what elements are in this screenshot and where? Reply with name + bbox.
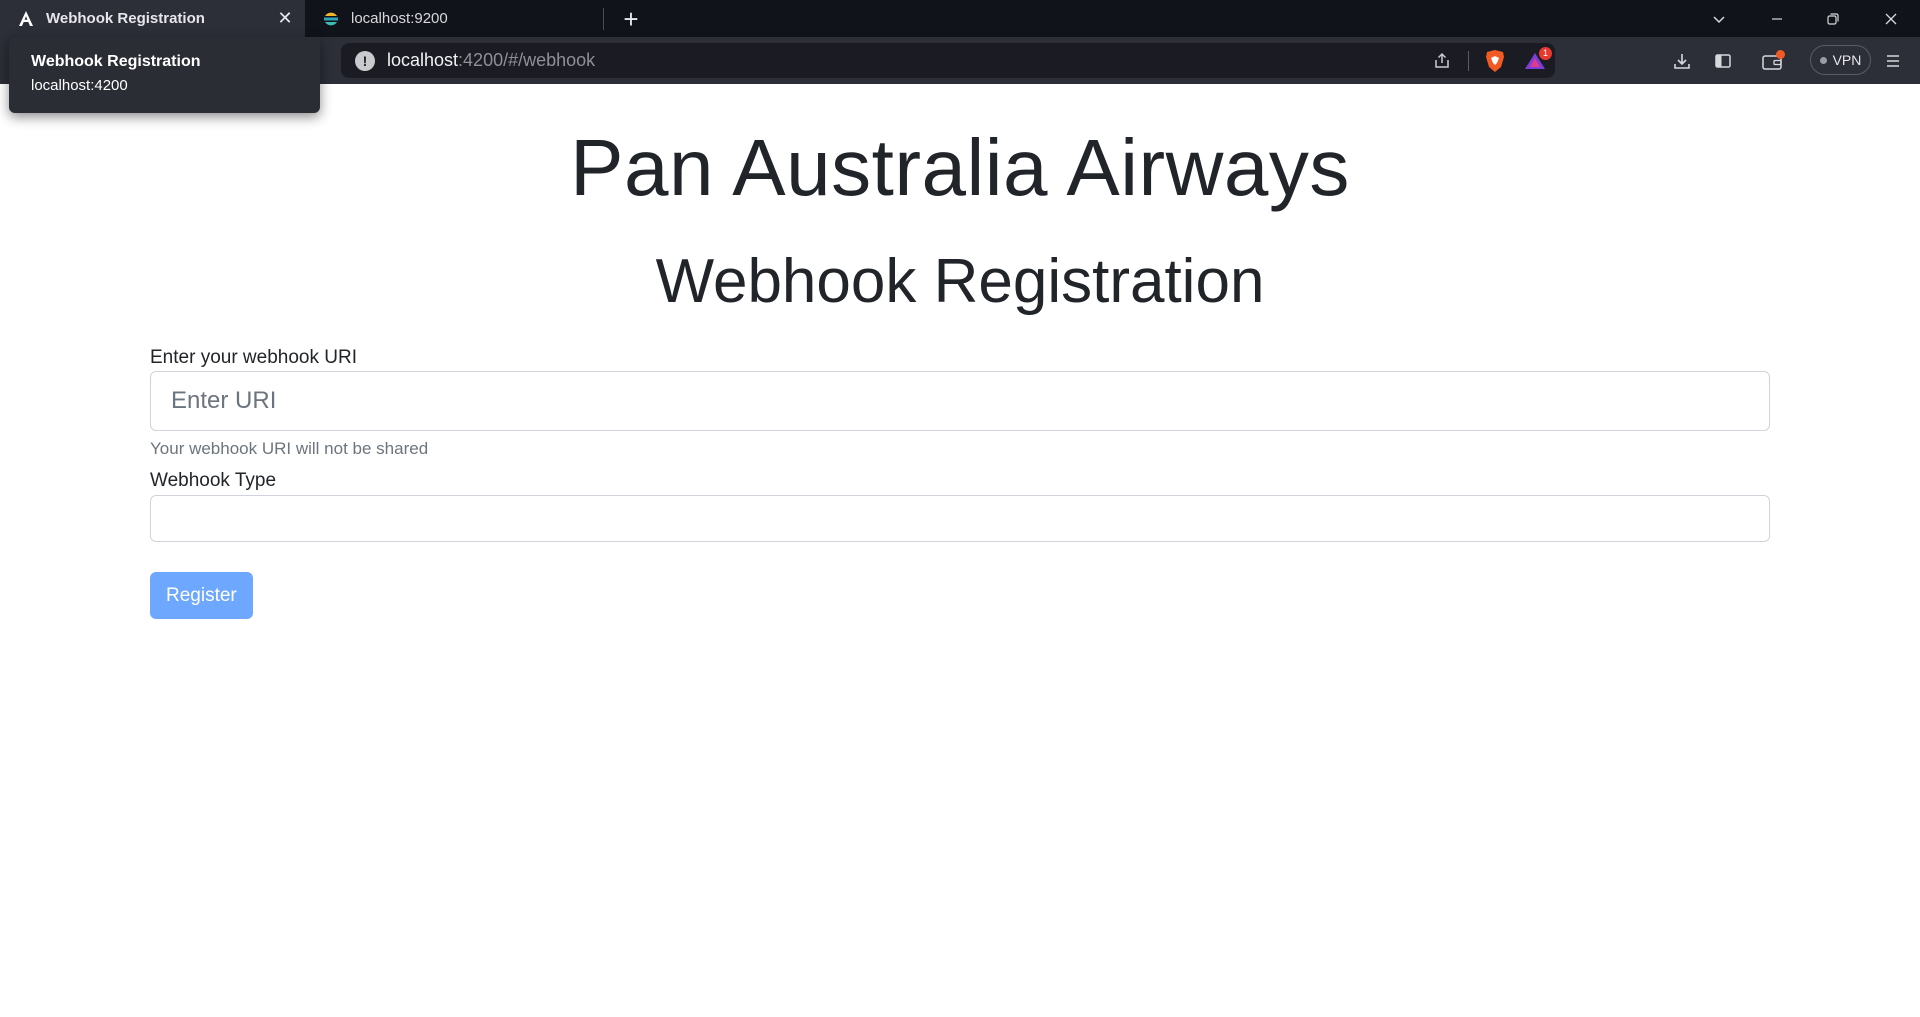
download-icon[interactable] [1667,46,1697,76]
sidebar-icon[interactable] [1708,46,1738,76]
register-button[interactable]: Register [150,572,253,619]
hover-card-title: Webhook Registration [31,53,201,70]
page-content: Pan Australia Airways Webhook Registrati… [0,84,1920,1017]
share-icon[interactable] [1428,47,1456,75]
tab-webhook-registration[interactable]: Webhook Registration ✕ [0,0,305,37]
vpn-status-icon [1819,56,1827,64]
close-window-icon[interactable] [1868,0,1914,37]
angular-icon [16,9,36,29]
brave-rewards-icon[interactable]: 1 [1521,46,1552,75]
address-host: localhost [387,50,459,70]
tab-hover-card: Webhook Registration localhost:4200 [9,37,320,113]
elastic-icon [321,9,341,29]
hover-card-url: localhost:4200 [31,77,128,94]
new-tab-icon[interactable]: + [616,4,646,34]
brand-title: Pan Australia Airways [570,123,1350,212]
webhook-type-select[interactable] [150,495,1770,542]
tab-title: Webhook Registration [46,10,205,27]
uri-label: Enter your webhook URI [150,347,357,368]
uri-help-text: Your webhook URI will not be shared [150,439,429,458]
address-divider [1468,50,1469,71]
address-text[interactable]: localhost:4200/#/webhook [387,50,595,71]
tab-title: localhost:9200 [351,10,448,27]
tab-search-chevron-icon[interactable] [1696,0,1742,37]
tab-localhost-9200[interactable]: localhost:9200 [305,0,603,37]
webhook-form: Enter your webhook URI Your webhook URI … [150,347,1770,619]
address-path: :4200/#/webhook [458,50,596,70]
rewards-badge: 1 [1539,46,1552,60]
brave-shields-icon[interactable] [1481,47,1509,75]
uri-input[interactable] [150,371,1770,431]
vpn-button[interactable]: VPN [1810,45,1871,75]
site-info-icon[interactable]: ! [355,50,375,71]
restore-icon[interactable] [1810,0,1856,37]
minimize-icon[interactable] [1754,0,1800,37]
page-heading: Webhook Registration [655,247,1265,316]
address-bar[interactable]: ! localhost:4200/#/webhook 1 [341,43,1555,78]
tab-divider [603,8,604,30]
webhook-type-label: Webhook Type [150,470,277,491]
tab-strip: Webhook Registration ✕ localhost:9200 + [0,0,1920,37]
close-tab-icon[interactable]: ✕ [271,5,299,33]
vpn-label: VPN [1832,52,1862,68]
wallet-icon[interactable] [1758,46,1788,76]
menu-icon[interactable] [1878,46,1908,76]
